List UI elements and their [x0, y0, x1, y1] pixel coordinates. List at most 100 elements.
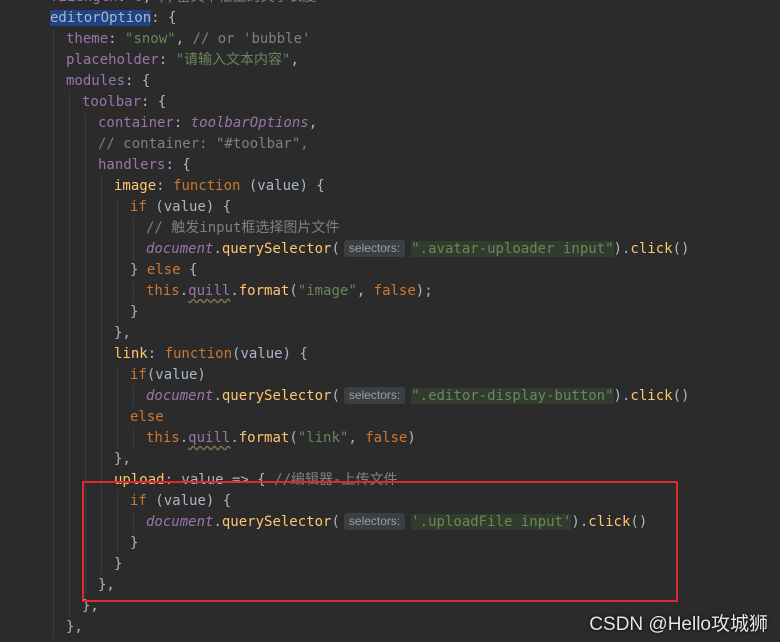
code-token: : [156, 178, 174, 194]
code-token: (value) { [232, 346, 308, 362]
code-line[interactable]: } [0, 302, 780, 323]
watermark: CSDN @Hello攻城狮 [589, 614, 768, 635]
code-line[interactable]: if(value) [0, 365, 780, 386]
code-content: }, [114, 323, 131, 344]
code-line[interactable]: document.querySelector(selectors: ".avata… [0, 239, 780, 260]
indent-guide [133, 239, 134, 260]
code-line[interactable]: link: function(value) { [0, 344, 780, 365]
indent-guide [53, 197, 54, 218]
indent-guide [69, 92, 70, 113]
code-line[interactable]: TiLength: 0, //富文本框里的文字长度 [0, 0, 780, 8]
code-token: editorOption [50, 10, 152, 26]
indent-guide [101, 323, 102, 344]
code-content: this.quill.format("link", false) [146, 428, 416, 449]
code-token: . [179, 283, 189, 299]
code-token: (value) { [248, 178, 325, 194]
code-token: theme [66, 31, 109, 47]
code-token: ".avatar-uploader input" [411, 241, 614, 257]
indent-guide [69, 554, 70, 575]
code-line[interactable]: toolbar: { [0, 92, 780, 113]
code-content: link: function(value) { [114, 344, 308, 365]
code-token: "请输入文本内容" [175, 52, 291, 68]
code-token: click [630, 241, 673, 257]
code-line[interactable]: if (value) { [0, 197, 780, 218]
code-token: placeholder [66, 52, 159, 68]
indent-guide [85, 323, 86, 344]
indent-guide [85, 239, 86, 260]
indent-guide [53, 575, 54, 596]
indent-guide [101, 239, 102, 260]
indent-guide [69, 533, 70, 554]
code-token: : { [125, 73, 151, 89]
indent-guide [53, 71, 54, 92]
indent-guide [53, 323, 54, 344]
code-token: this [146, 283, 180, 299]
code-content: handlers: { [98, 155, 191, 176]
code-content: this.quill.format("image", false); [146, 281, 433, 302]
code-line[interactable]: editorOption: { [0, 8, 780, 29]
code-token: . [213, 388, 222, 404]
code-token: : [117, 0, 134, 5]
indent-guide [101, 365, 102, 386]
code-line[interactable]: }, [0, 449, 780, 470]
code-line[interactable]: else [0, 407, 780, 428]
code-line[interactable]: } else { [0, 260, 780, 281]
code-line[interactable]: theme: "snow", // or 'bubble' [0, 29, 780, 50]
code-line[interactable]: placeholder: "请输入文本内容", [0, 50, 780, 71]
indent-guide [69, 575, 70, 596]
code-token: function [164, 346, 233, 362]
indent-guide [85, 302, 86, 323]
indent-guide [101, 176, 102, 197]
code-content: image: function (value) { [114, 176, 325, 197]
indent-guide [69, 449, 70, 470]
indent-guide [53, 134, 54, 155]
indent-guide [53, 428, 54, 449]
indent-guide [101, 407, 102, 428]
code-line[interactable]: handlers: { [0, 155, 780, 176]
code-token: if [130, 367, 147, 383]
code-token: // or 'bubble' [192, 31, 311, 47]
code-token: ".editor-display-button" [411, 388, 614, 404]
indent-guide [117, 365, 118, 386]
code-line[interactable]: container: toolbarOptions, [0, 113, 780, 134]
code-token: ). [613, 241, 631, 257]
indent-guide [69, 197, 70, 218]
highlight-annotation-box [82, 481, 678, 602]
code-line[interactable]: modules: { [0, 71, 780, 92]
code-content: document.querySelector(selectors: ".avata… [146, 239, 689, 260]
code-token: TiLength [50, 0, 117, 5]
code-token: ( [331, 241, 340, 257]
code-line[interactable]: // container: "#toolbar", [0, 134, 780, 155]
code-token: ( [289, 430, 298, 446]
indent-guide [85, 365, 86, 386]
indent-guide [85, 449, 86, 470]
code-token: "link" [297, 430, 349, 446]
indent-guide [69, 134, 70, 155]
code-content: }, [66, 617, 83, 638]
code-line[interactable]: // 触发input框选择图片文件 [0, 218, 780, 239]
code-token: modules [66, 73, 126, 89]
indent-guide [53, 29, 54, 50]
code-token: image [114, 178, 157, 194]
code-line[interactable]: document.querySelector(selectors: ".edito… [0, 386, 780, 407]
code-content: else [130, 407, 164, 428]
indent-guide [133, 218, 134, 239]
indent-guide [69, 512, 70, 533]
code-token: : [158, 52, 176, 68]
code-line[interactable]: this.quill.format("image", false); [0, 281, 780, 302]
indent-guide [69, 344, 70, 365]
indent-guide [85, 344, 86, 365]
code-line[interactable]: image: function (value) { [0, 176, 780, 197]
indent-guide [117, 302, 118, 323]
code-line[interactable]: }, [0, 323, 780, 344]
code-token: // container: "#toolbar", [98, 136, 309, 152]
code-token: querySelector [221, 241, 332, 257]
indent-guide [85, 134, 86, 155]
code-token: false [373, 283, 416, 299]
code-line[interactable]: this.quill.format("link", false) [0, 428, 780, 449]
code-content: theme: "snow", // or 'bubble' [66, 29, 310, 50]
code-token: handlers [98, 157, 166, 173]
code-token: , [308, 115, 318, 131]
code-content: }, [114, 449, 131, 470]
indent-guide [133, 281, 134, 302]
